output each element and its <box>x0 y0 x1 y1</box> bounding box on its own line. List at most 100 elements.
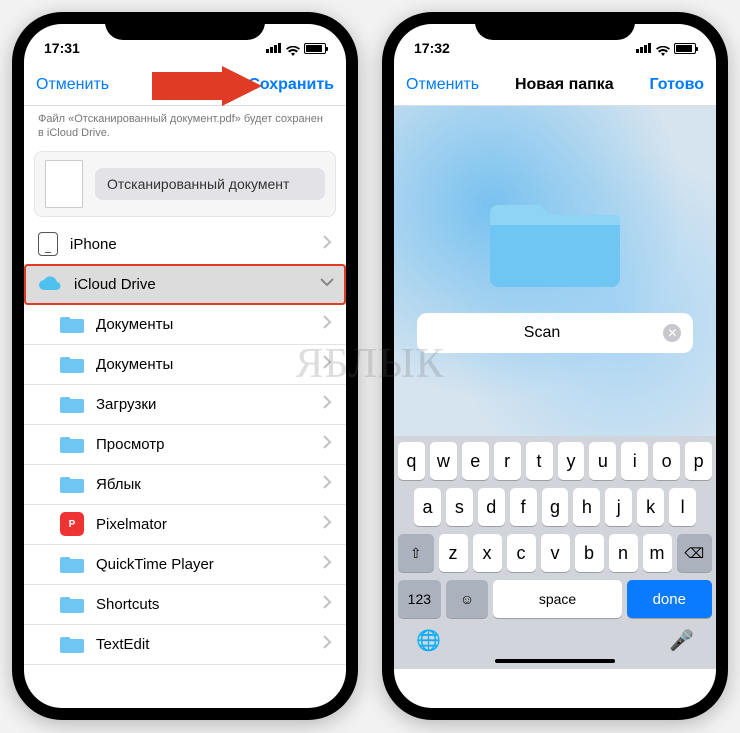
folder-row[interactable]: Shortcuts <box>24 585 346 625</box>
key-d[interactable]: d <box>478 488 505 526</box>
folder-icon <box>60 394 84 414</box>
location-icloud-drive[interactable]: iCloud Drive <box>24 265 346 305</box>
save-button[interactable]: Сохранить <box>248 76 334 94</box>
iphone-mockup-right: 17:32 Отменить Новая папка Готово ✕ <box>382 12 728 720</box>
navigation-bar: Отменить Сохранить <box>24 64 346 106</box>
key-e[interactable]: e <box>462 442 489 480</box>
key-s[interactable]: s <box>446 488 473 526</box>
key-p[interactable]: p <box>685 442 712 480</box>
key-z[interactable]: z <box>439 534 468 572</box>
keyboard: qwertyuiop asdfghjkl ⇧zxcvbnm⌫ 123 ☺ spa… <box>394 436 716 669</box>
key-emoji[interactable]: ☺ <box>446 580 489 618</box>
chevron-right-icon <box>322 315 332 333</box>
app-icon: P <box>60 512 84 536</box>
key-backspace[interactable]: ⌫ <box>677 534 713 572</box>
folder-icon <box>60 474 84 494</box>
folder-row[interactable]: Документы <box>24 305 346 345</box>
big-folder-icon <box>490 189 620 289</box>
folder-row[interactable]: QuickTime Player <box>24 545 346 585</box>
status-time: 17:32 <box>414 40 450 56</box>
location-iphone[interactable]: iPhone <box>24 225 346 265</box>
notch <box>105 12 265 40</box>
chevron-right-icon <box>322 475 332 493</box>
folder-name: Документы <box>96 316 173 333</box>
folder-icon <box>60 554 84 574</box>
nav-title: Новая папка <box>515 76 614 94</box>
cellular-signal-icon <box>636 43 652 53</box>
folder-row[interactable]: Яблык <box>24 465 346 505</box>
cancel-button[interactable]: Отменить <box>406 76 479 94</box>
key-u[interactable]: u <box>589 442 616 480</box>
notch <box>475 12 635 40</box>
key-123[interactable]: 123 <box>398 580 441 618</box>
folder-name: Загрузки <box>96 396 156 413</box>
wifi-icon <box>656 43 670 53</box>
folder-row[interactable]: TextEdit <box>24 625 346 665</box>
key-w[interactable]: w <box>430 442 457 480</box>
key-a[interactable]: a <box>414 488 441 526</box>
folder-row[interactable]: P Pixelmator <box>24 505 346 545</box>
key-o[interactable]: o <box>653 442 680 480</box>
battery-icon <box>674 43 696 54</box>
key-r[interactable]: r <box>494 442 521 480</box>
chevron-right-icon <box>322 435 332 453</box>
folder-name-input[interactable] <box>429 324 656 342</box>
folder-row[interactable]: Просмотр <box>24 425 346 465</box>
key-q[interactable]: q <box>398 442 425 480</box>
folder-name: Pixelmator <box>96 516 167 533</box>
folder-icon <box>60 354 84 374</box>
document-name-field[interactable]: Отсканированный документ <box>95 168 325 200</box>
cellular-signal-icon <box>266 43 282 53</box>
new-folder-icon[interactable] <box>214 75 238 95</box>
document-card: Отсканированный документ <box>34 151 336 217</box>
folder-icon <box>60 314 84 334</box>
key-l[interactable]: l <box>669 488 696 526</box>
chevron-right-icon <box>322 355 332 373</box>
key-done[interactable]: done <box>627 580 712 618</box>
done-button[interactable]: Готово <box>650 76 704 94</box>
folder-icon <box>60 434 84 454</box>
key-y[interactable]: y <box>558 442 585 480</box>
key-k[interactable]: k <box>637 488 664 526</box>
folder-row[interactable]: Документы <box>24 345 346 385</box>
folder-name: Просмотр <box>96 436 165 453</box>
key-v[interactable]: v <box>541 534 570 572</box>
save-hint-text: Файл «Отсканированный документ.pdf» буде… <box>24 106 346 149</box>
folder-name: Документы <box>96 356 173 373</box>
chevron-right-icon <box>322 635 332 653</box>
folder-name: QuickTime Player <box>96 556 214 573</box>
chevron-right-icon <box>322 235 332 253</box>
key-b[interactable]: b <box>575 534 604 572</box>
folder-row[interactable]: Загрузки <box>24 385 346 425</box>
folder-icon <box>60 594 84 614</box>
location-label: iCloud Drive <box>74 276 156 293</box>
mic-icon[interactable]: 🎤 <box>669 628 694 653</box>
key-x[interactable]: x <box>473 534 502 572</box>
key-n[interactable]: n <box>609 534 638 572</box>
cancel-button[interactable]: Отменить <box>36 76 109 94</box>
globe-icon[interactable]: 🌐 <box>416 628 441 653</box>
iphone-icon <box>38 232 58 256</box>
folder-name: Яблык <box>96 476 141 493</box>
new-folder-panel: ✕ <box>394 106 716 436</box>
key-j[interactable]: j <box>605 488 632 526</box>
key-c[interactable]: c <box>507 534 536 572</box>
navigation-bar: Отменить Новая папка Готово <box>394 64 716 106</box>
iphone-mockup-left: 17:31 Отменить Сохранить Файл «Отсканиро <box>12 12 358 720</box>
key-m[interactable]: m <box>643 534 672 572</box>
key-t[interactable]: t <box>526 442 553 480</box>
key-i[interactable]: i <box>621 442 648 480</box>
chevron-right-icon <box>322 595 332 613</box>
key-shift[interactable]: ⇧ <box>398 534 434 572</box>
battery-icon <box>304 43 326 54</box>
red-highlight-box <box>24 264 346 305</box>
status-time: 17:31 <box>44 40 80 56</box>
key-g[interactable]: g <box>542 488 569 526</box>
key-h[interactable]: h <box>573 488 600 526</box>
folder-name-field[interactable]: ✕ <box>417 313 694 353</box>
home-indicator <box>495 659 615 663</box>
document-thumbnail <box>45 160 83 208</box>
key-f[interactable]: f <box>510 488 537 526</box>
key-space[interactable]: space <box>493 580 621 618</box>
clear-text-icon[interactable]: ✕ <box>663 324 681 342</box>
